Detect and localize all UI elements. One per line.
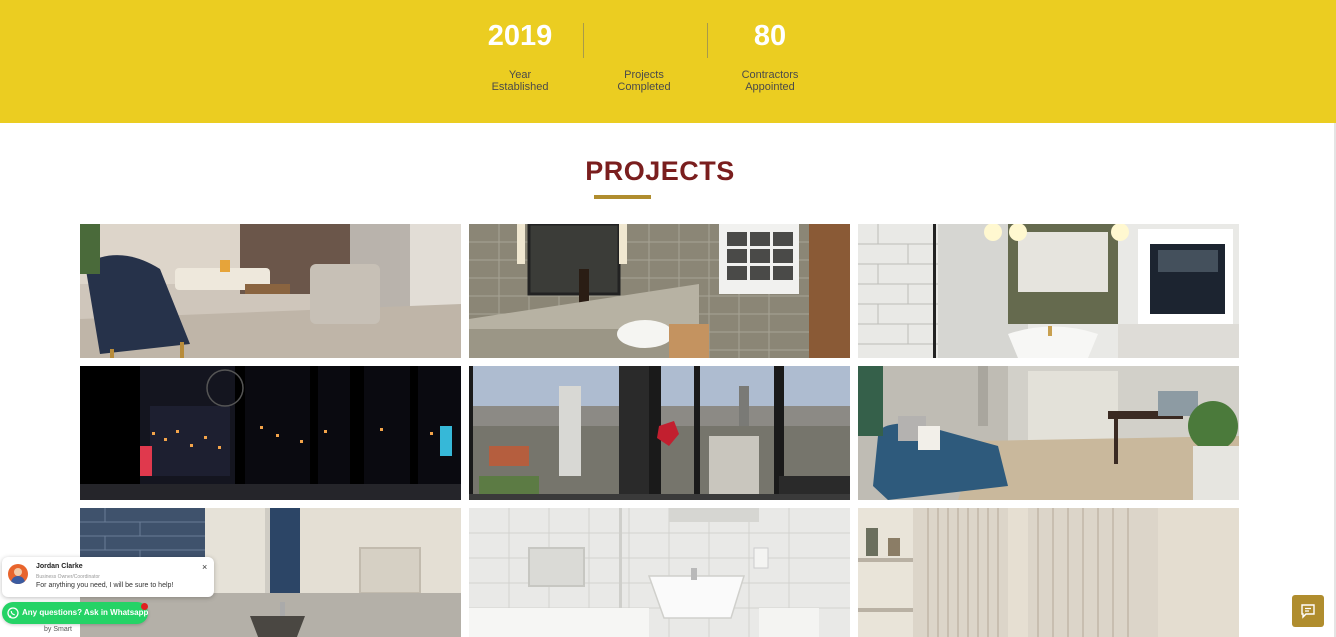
agent-message: For anything you need, I will be sure to… [36,582,174,589]
whatsapp-button-label: Any questions? Ask in Whatsapp [22,608,149,617]
day-city-view-photo [469,366,850,500]
agent-role: Business Owner/Coordinator [36,574,100,580]
project-image-panelled-hallway[interactable] [858,508,1239,637]
agent-name: Jordan Clarke [36,563,83,570]
stat-value [582,18,706,58]
project-image-bathroom-vanity[interactable] [469,224,850,358]
white-bathroom-photo [469,508,850,637]
panelled-hallway-photo [858,508,1239,637]
notification-dot [141,603,148,610]
avatar-face [14,568,22,576]
chat-button[interactable] [1292,595,1324,627]
stat-value: 80 [753,20,787,52]
close-icon[interactable]: × [202,562,207,572]
home-office-photo [858,366,1239,500]
avatar-body [11,576,25,584]
project-image-living-room[interactable] [80,224,461,358]
stat-projects-completed: Projects Completed [582,0,706,93]
night-city-view-photo [80,366,461,500]
project-image-white-bathroom[interactable] [469,508,850,637]
powered-by-text: by Smart [44,626,73,633]
whatsapp-ask-button[interactable]: Any questions? Ask in Whatsapp [2,602,148,624]
project-image-night-city[interactable] [80,366,461,500]
stat-label: Year Established [491,69,549,93]
stat-value: 2019 [487,20,553,52]
avatar [8,564,28,584]
bathroom-mirror-window-photo [858,224,1239,358]
stat-label: Projects Completed [617,69,671,93]
bathroom-vanity-photo [469,224,850,358]
projects-heading: PROJECTS [585,156,735,186]
chat-icon [1301,604,1315,619]
whatsapp-popup: Jordan Clarke Business Owner/Coordinator… [2,557,214,597]
whatsapp-icon [7,607,19,619]
stat-label: Contractors Appointed [741,69,799,93]
stat-year-established: 2019 Year Established [458,0,582,93]
stats-band: 2019 Year Established Projects Completed… [0,0,1336,123]
project-image-home-office[interactable] [858,366,1239,500]
living-room-photo [80,224,461,358]
project-image-bathroom-mirror[interactable] [858,224,1239,358]
heading-underline [594,195,651,199]
project-image-day-city[interactable] [469,366,850,500]
stat-contractors-appointed: 80 Contractors Appointed [708,0,832,93]
